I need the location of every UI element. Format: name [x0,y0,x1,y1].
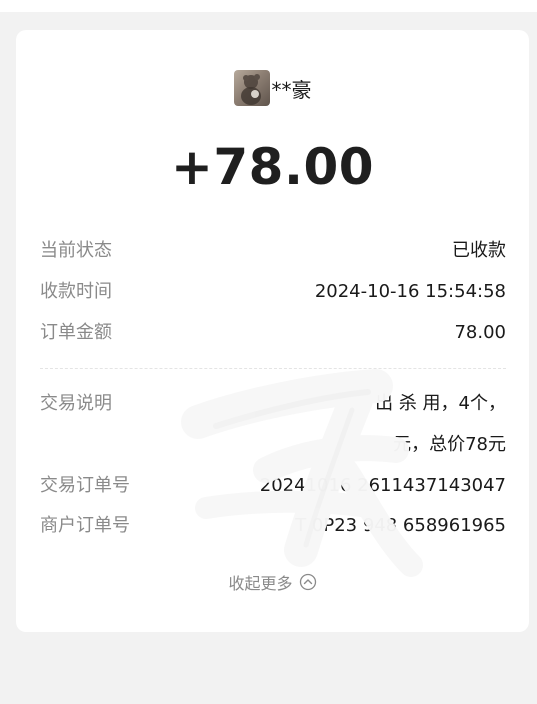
collapse-more-label: 收起更多 [228,574,293,593]
time-label: 收款时间 [40,281,112,302]
chevron-up-circle-icon [299,573,316,591]
top-strip [0,0,537,12]
transaction-amount: +78.00 [170,138,375,196]
detail-row-status: 当前状态 已收款 [40,236,506,266]
payer-name: **豪 [271,77,312,102]
avatar-photo-icon[interactable] [233,70,270,106]
detail-row-transaction-id: 交易订单号 20241016 2611437143047 [40,471,506,501]
merchant-id-value[interactable]: T 0P23 948 658961965 [295,511,506,541]
receipt-card: **豪 +78.00 当前状态 已收款 收款时间 2024-10-16 15:5… [16,30,529,632]
section-divider [40,368,506,369]
time-value: 2024-10-16 15:54:58 [314,281,506,302]
description-line-2: 元，总价78元 [393,434,506,455]
merchant-id-label: 商户订单号 [40,515,130,536]
description-label: 交易说明 [40,393,112,414]
order-amount-value: 78.00 [454,322,506,343]
order-amount-label: 订单金额 [40,322,112,343]
collapse-more-button[interactable]: 收起更多 [16,570,529,594]
transaction-id-label: 交易订单号 [40,475,130,496]
detail-row-time: 收款时间 2024-10-16 15:54:58 [40,277,506,307]
detail-row-amount: 订单金额 78.00 [40,318,506,348]
detail-row-merchant-id: 商户订单号 T 0P23 948 658961965 [40,511,506,541]
transaction-id-value[interactable]: 20241016 2611437143047 [260,471,506,501]
description-line-1: 出 杀 用，4个， [375,393,506,414]
status-label: 当前状态 [40,240,112,261]
status-value: 已收款 [452,240,506,261]
payer-header: **豪 [16,70,529,106]
